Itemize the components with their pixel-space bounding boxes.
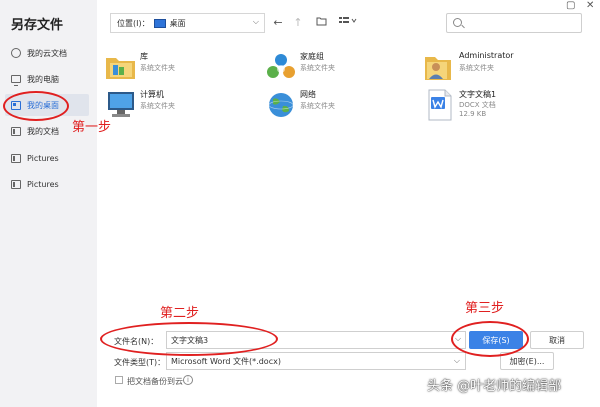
desktop-icon bbox=[153, 18, 166, 28]
file-type: DOCX 文档 bbox=[459, 101, 496, 109]
sidebar-item-label: Pictures bbox=[27, 153, 59, 163]
backup-label: 把文档备份到云 bbox=[127, 377, 183, 386]
dialog-title: 另存文件 bbox=[11, 18, 64, 33]
filetype-label: 文件类型(T)： bbox=[114, 358, 166, 367]
file-item-homegroup[interactable]: 家庭组 系统文件夹 bbox=[264, 50, 414, 86]
monitor-icon bbox=[11, 75, 21, 86]
file-size: 12.9 KB bbox=[459, 110, 487, 118]
up-arrow-icon[interactable]: ↑ bbox=[290, 14, 306, 32]
sidebar-item-label: 我的云文档 bbox=[27, 48, 67, 58]
search-icon bbox=[453, 18, 462, 27]
folder-icon bbox=[11, 126, 21, 136]
library-folder-icon bbox=[106, 58, 135, 79]
location-selector[interactable]: 位置(I)： 桌面 ⌵ bbox=[110, 13, 265, 33]
file-name: 计算机 bbox=[140, 90, 164, 99]
annotation-step3: 第三步 bbox=[465, 301, 505, 316]
sidebar-item-label: 我的电脑 bbox=[27, 74, 59, 84]
chevron-down-icon: ⌵ bbox=[453, 356, 460, 365]
file-type: 系统文件夹 bbox=[300, 64, 335, 72]
file-item-computer[interactable]: 计算机 系统文件夹 bbox=[104, 88, 254, 124]
file-item-network[interactable]: 网络 系统文件夹 bbox=[264, 88, 414, 124]
file-type: 系统文件夹 bbox=[140, 102, 175, 110]
word-document-icon bbox=[428, 89, 452, 121]
network-globe-icon bbox=[268, 93, 294, 117]
annotation-ellipse-step3 bbox=[451, 321, 529, 357]
folder-icon bbox=[11, 153, 21, 163]
location-value: 桌面 bbox=[169, 18, 186, 28]
user-folder-icon bbox=[425, 57, 451, 80]
sidebar-item-my-computer[interactable]: 我的电脑 bbox=[5, 68, 89, 90]
sidebar-item-cloud-docs[interactable]: 我的云文档 bbox=[5, 42, 89, 64]
search-box[interactable] bbox=[446, 13, 582, 33]
annotation-step2: 第二步 bbox=[160, 306, 200, 321]
search-input[interactable] bbox=[465, 15, 575, 31]
file-item-administrator[interactable]: Administrator 系统文件夹 bbox=[423, 50, 573, 86]
file-name: 网络 bbox=[300, 90, 316, 99]
annotation-step1: 第一步 bbox=[72, 120, 112, 135]
annotation-ellipse-step1 bbox=[3, 91, 69, 121]
file-name: Administrator bbox=[459, 51, 514, 60]
maximize-icon[interactable]: ▢ bbox=[566, 0, 575, 11]
homegroup-icon bbox=[267, 54, 295, 78]
sidebar-item-pictures-2[interactable]: Pictures bbox=[5, 173, 89, 195]
file-item-library[interactable]: 库 系统文件夹 bbox=[104, 50, 254, 86]
close-icon[interactable]: ✕ bbox=[586, 0, 594, 11]
file-type: 系统文件夹 bbox=[459, 64, 494, 72]
folder-icon bbox=[11, 179, 21, 189]
filetype-value: Microsoft Word 文件(*.docx) bbox=[171, 356, 281, 366]
file-name: 库 bbox=[140, 52, 148, 61]
cloud-icon bbox=[11, 48, 21, 58]
backup-checkbox[interactable] bbox=[115, 376, 123, 384]
view-mode-icon[interactable] bbox=[337, 14, 359, 32]
annotation-ellipse-step2 bbox=[100, 322, 278, 356]
location-label: 位置(I)： bbox=[117, 18, 150, 28]
file-type: 系统文件夹 bbox=[140, 64, 175, 72]
file-type: 系统文件夹 bbox=[300, 102, 335, 110]
back-arrow-icon[interactable]: ← bbox=[270, 14, 286, 32]
new-folder-icon[interactable] bbox=[313, 14, 329, 32]
file-item-document[interactable]: 文字文稿1 DOCX 文档 12.9 KB bbox=[423, 88, 573, 124]
sidebar-item-pictures-1[interactable]: Pictures bbox=[5, 147, 89, 169]
watermark: 头条 @叶老师的编辑部 bbox=[427, 379, 562, 394]
sidebar-item-label: Pictures bbox=[27, 179, 59, 189]
sidebar: 另存文件 我的云文档 我的电脑 我的桌面 我的文档 Pictures Pictu… bbox=[0, 0, 97, 407]
sidebar-item-label: 我的文档 bbox=[27, 126, 59, 136]
file-name: 文字文稿1 bbox=[459, 90, 497, 99]
chevron-down-icon: ⌵ bbox=[252, 17, 259, 26]
cancel-button[interactable]: 取消 bbox=[530, 331, 584, 349]
file-name: 家庭组 bbox=[300, 52, 324, 61]
info-icon[interactable]: i bbox=[183, 375, 193, 385]
